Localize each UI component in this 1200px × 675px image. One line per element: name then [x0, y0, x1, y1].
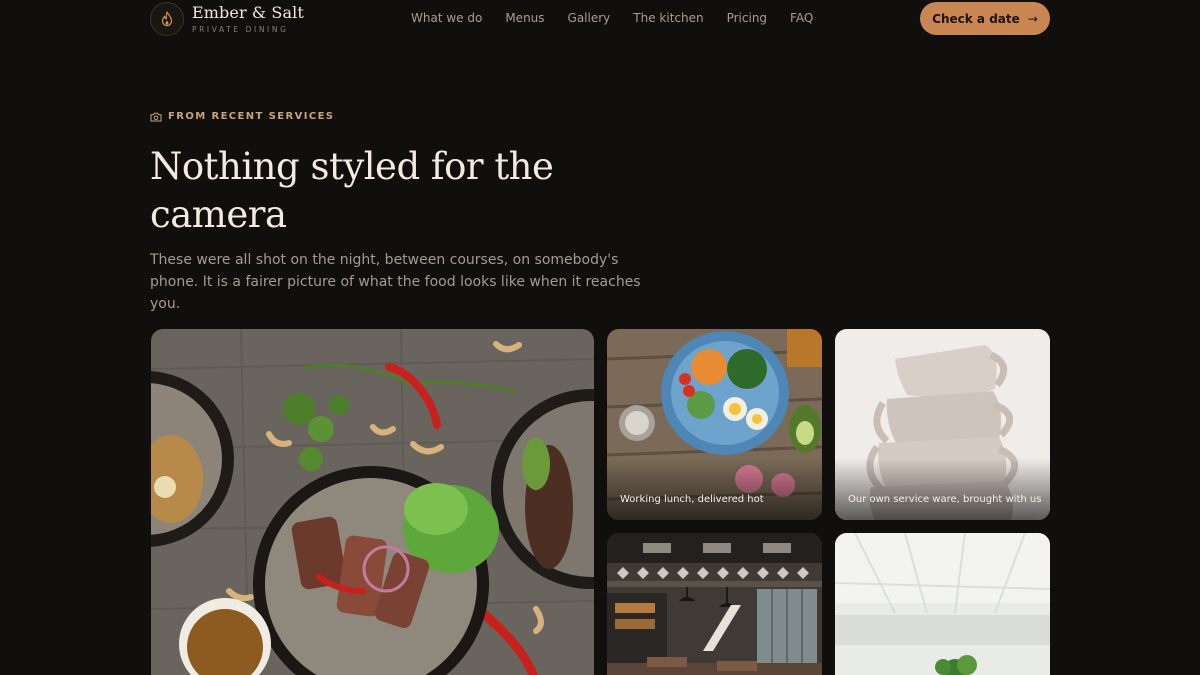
main-nav: What we do Menus Gallery The kitchen Pri…: [411, 11, 836, 25]
restaurant-interior-photo: [607, 533, 822, 675]
flame-icon: [150, 2, 184, 36]
brand-text: Ember & Salt PRIVATE DINING: [192, 3, 304, 35]
camera-icon: [150, 112, 162, 121]
section-eyebrow: FROM RECENT SERVICES: [150, 111, 334, 122]
page: Ember & Salt PRIVATE DINING What we do M…: [0, 0, 1200, 675]
site-header: Ember & Salt PRIVATE DINING What we do M…: [150, 0, 1050, 38]
caption-shade: [835, 458, 1050, 520]
brand-tagline: PRIVATE DINING: [192, 25, 289, 34]
nav-item-menus[interactable]: Menus: [505, 11, 544, 25]
nav-item-gallery[interactable]: Gallery: [568, 11, 611, 25]
gallery-photo-greenhouse[interactable]: [835, 533, 1050, 675]
steak-platter-photo: [151, 329, 594, 675]
greenhouse-photo: [835, 533, 1050, 675]
nav-item-what-we-do[interactable]: What we do: [411, 11, 482, 25]
nav-item-pricing[interactable]: Pricing: [727, 11, 767, 25]
gallery-photo-working-lunch[interactable]: Working lunch, delivered hot: [607, 329, 822, 520]
photo-caption: Our own service ware, brought with us: [848, 494, 1042, 505]
section-intro: These were all shot on the night, betwee…: [150, 252, 641, 312]
photo-caption: Working lunch, delivered hot: [620, 494, 764, 505]
section-title: Nothing styled for the camera: [150, 145, 554, 236]
nav-item-the-kitchen[interactable]: The kitchen: [633, 11, 703, 25]
gallery-photo-restaurant-interior[interactable]: [607, 533, 822, 675]
brand-name: Ember & Salt: [192, 3, 304, 22]
caption-shade: [607, 458, 822, 520]
gallery-photo-steak-platter[interactable]: [151, 329, 594, 675]
arrow-right-icon: →: [1027, 11, 1038, 26]
nav-item-faq[interactable]: FAQ: [790, 11, 813, 25]
gallery-photo-service-ware[interactable]: Our own service ware, brought with us: [835, 329, 1050, 520]
check-a-date-label: Check a date: [932, 11, 1020, 26]
eyebrow-text: FROM RECENT SERVICES: [168, 111, 335, 122]
brand-logo-link[interactable]: Ember & Salt PRIVATE DINING: [150, 2, 304, 36]
check-a-date-button[interactable]: Check a date →: [920, 2, 1050, 35]
